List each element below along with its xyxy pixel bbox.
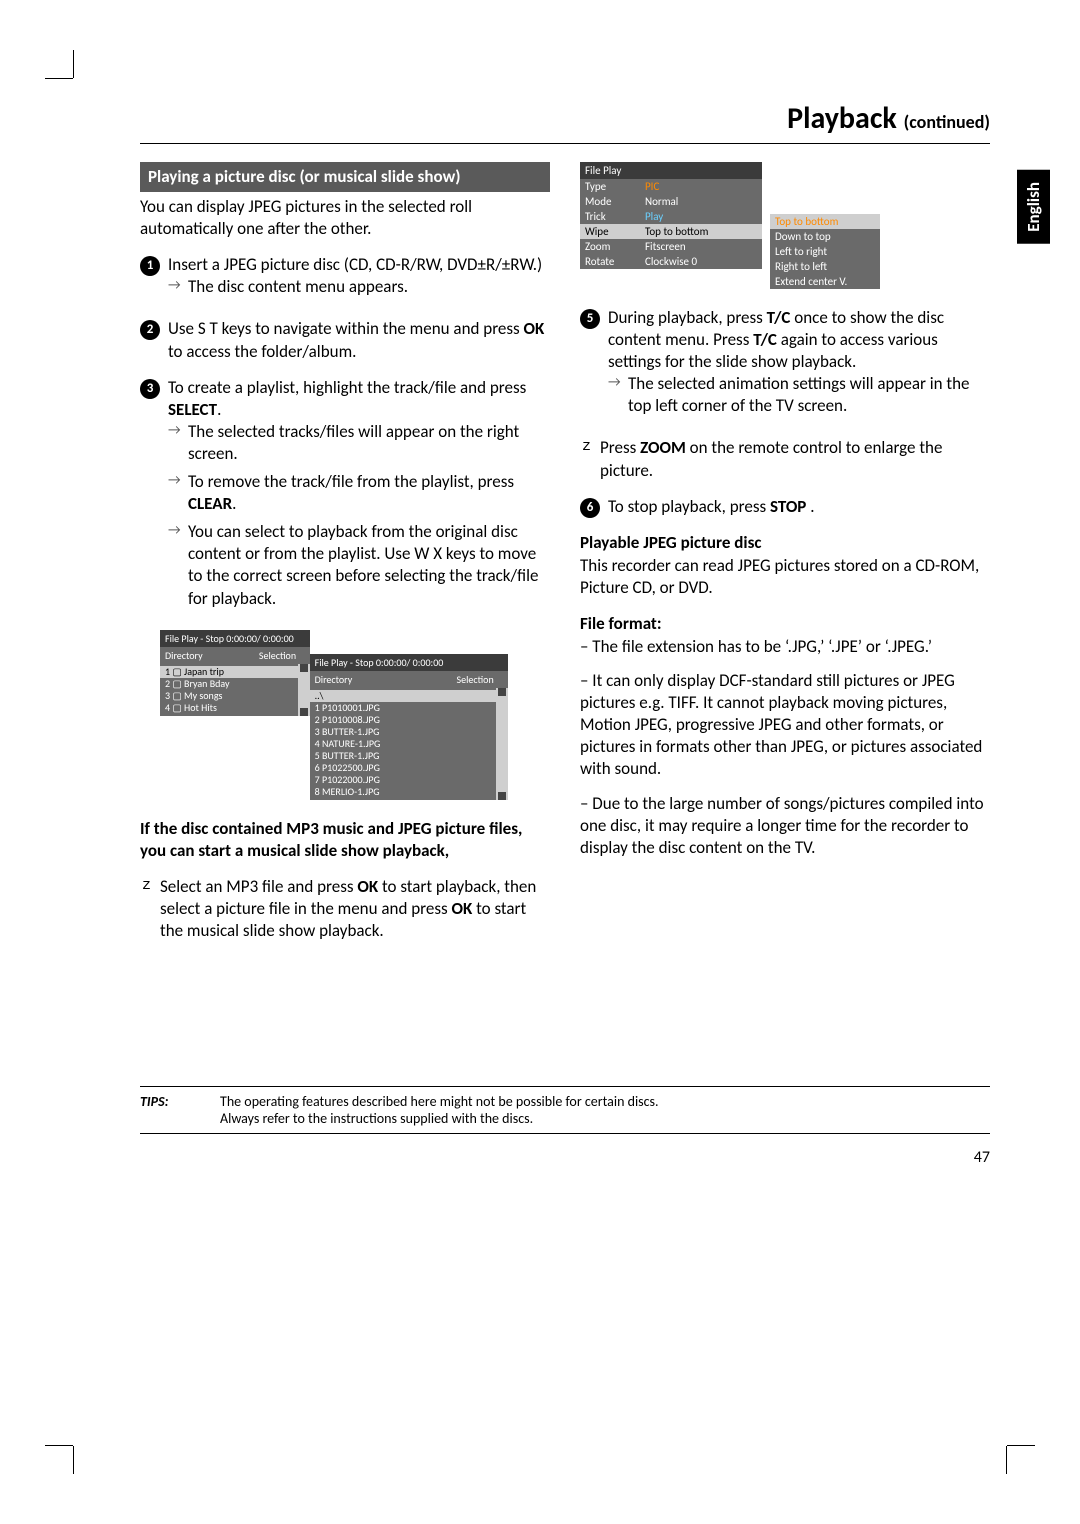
directory-panel: File Play - Stop 0:00:00/ 0:00:00 Direct… — [160, 630, 310, 716]
scrollbar — [496, 688, 508, 800]
panel-title: File Play - Stop 0:00:00/ 0:00:00 — [160, 630, 310, 647]
list-item: 8 MERLIO-1.JPG — [315, 785, 380, 798]
step-2: 2 Use S T keys to navigate within the me… — [140, 318, 550, 362]
menu-key: Mode — [580, 194, 640, 209]
col-header: Selection — [245, 647, 310, 664]
step-text: Use S T keys to navigate within the menu… — [168, 318, 550, 362]
step-text: To stop playback, press STOP . — [608, 496, 990, 518]
step-result: To remove the track/file from the playli… — [168, 471, 550, 515]
step-text: During playback, press T/C once to show … — [608, 307, 990, 373]
mp3-note-body: Select an MP3 file and press OK to start… — [140, 876, 550, 942]
file-browser-figure: File Play - Stop 0:00:00/ 0:00:00 Direct… — [160, 630, 550, 800]
ff-item: – The file extension has to be ‘.JPG,’ ‘… — [580, 636, 990, 658]
menu-key: Rotate — [580, 254, 640, 269]
page-header: Playback (continued) — [140, 100, 990, 144]
wipe-popup: Top to bottom Down to top Left to right … — [770, 214, 880, 289]
jpeg-body: This recorder can read JPEG pictures sto… — [580, 555, 990, 599]
step-number-icon: 3 — [140, 379, 160, 399]
step-text: Insert a JPEG picture disc (CD, CD-R/RW,… — [168, 254, 550, 276]
page-number: 47 — [140, 1148, 990, 1167]
ff-item: – Due to the large number of songs/pictu… — [580, 793, 990, 859]
menu-key: Zoom — [580, 239, 640, 254]
intro-text: You can display JPEG pictures in the sel… — [140, 196, 550, 240]
ff-item: – It can only display DCF-standard still… — [580, 670, 990, 780]
step-1: 1 Insert a JPEG picture disc (CD, CD-R/R… — [140, 254, 550, 304]
crop-mark-tl — [45, 50, 85, 90]
step-number-icon: 2 — [140, 320, 160, 340]
popup-item: Extend center V. — [770, 274, 880, 289]
right-column: File Play TypePIC ModeNormal TrickPlay W… — [580, 162, 990, 956]
tips-line: Always refer to the instructions supplie… — [220, 1110, 659, 1127]
directory-list: 1 ▢ Japan trip 2 ▢ Bryan Bday 3 ▢ My son… — [160, 664, 298, 716]
step-result: The selected animation settings will app… — [608, 373, 990, 417]
page-title-continued: (continued) — [904, 111, 990, 133]
file-list: ..\ 1 P1010001.JPG 2 P1010008.JPG 3 BUTT… — [310, 688, 496, 800]
menu-key: Type — [580, 179, 640, 194]
crop-mark-br — [995, 1434, 1035, 1474]
menu-val: PIC — [640, 179, 762, 194]
step-3: 3 To create a playlist, highlight the tr… — [140, 377, 550, 616]
menu-key: Trick — [580, 209, 640, 224]
selection-panel: File Play - Stop 0:00:00/ 0:00:00 Direct… — [310, 654, 508, 800]
section-heading: Playing a picture disc (or musical slide… — [140, 162, 550, 192]
tips-body: The operating features described here mi… — [220, 1093, 659, 1127]
menu-key: Wipe — [580, 224, 640, 239]
menu-val: Normal — [640, 194, 762, 209]
step-result: You can select to playback from the orig… — [168, 521, 550, 609]
step-result: The disc content menu appears. — [168, 276, 550, 298]
step-5: 5 During playback, press T/C once to sho… — [580, 307, 990, 423]
jpeg-subhead: Playable JPEG picture disc — [580, 532, 990, 553]
step-number-icon: 1 — [140, 256, 160, 276]
step-number-icon: 6 — [580, 498, 600, 518]
col-header: Directory — [310, 671, 443, 688]
language-tab: English — [1017, 170, 1050, 244]
fileformat-subhead: File format: — [580, 613, 990, 634]
settings-menu: File Play TypePIC ModeNormal TrickPlay W… — [580, 162, 762, 289]
tips-label: TIPS: — [140, 1093, 200, 1127]
settings-figure: File Play TypePIC ModeNormal TrickPlay W… — [580, 162, 990, 289]
menu-val: Top to bottom — [640, 224, 762, 239]
left-column: Playing a picture disc (or musical slide… — [140, 162, 550, 956]
menu-val: Play — [640, 209, 762, 224]
popup-item: Top to bottom — [770, 214, 880, 229]
crop-mark-bl — [45, 1434, 85, 1474]
panel-title: File Play - Stop 0:00:00/ 0:00:00 — [310, 654, 508, 671]
list-item: 4 ▢ Hot Hits — [165, 701, 217, 714]
col-header: Directory — [160, 647, 245, 664]
popup-item: Left to right — [770, 244, 880, 259]
popup-item: Right to left — [770, 259, 880, 274]
menu-title: File Play — [580, 162, 762, 179]
step-6: 6 To stop playback, press STOP . — [580, 496, 990, 518]
col-header: Selection — [443, 671, 508, 688]
step-result: The selected tracks/files will appear on… — [168, 421, 550, 465]
tips-footer: TIPS: The operating features described h… — [140, 1086, 990, 1134]
menu-val: Fitscreen — [640, 239, 762, 254]
popup-item: Down to top — [770, 229, 880, 244]
step-text: To create a playlist, highlight the trac… — [168, 377, 550, 421]
scrollbar — [298, 664, 310, 716]
tips-line: The operating features described here mi… — [220, 1093, 659, 1110]
zoom-note: Press ZOOM on the remote control to enla… — [580, 437, 990, 481]
page-title: Playback — [787, 100, 903, 137]
step-number-icon: 5 — [580, 309, 600, 329]
mp3-note-heading: If the disc contained MP3 music and JPEG… — [140, 818, 550, 862]
menu-val: Clockwise 0 — [640, 254, 762, 269]
